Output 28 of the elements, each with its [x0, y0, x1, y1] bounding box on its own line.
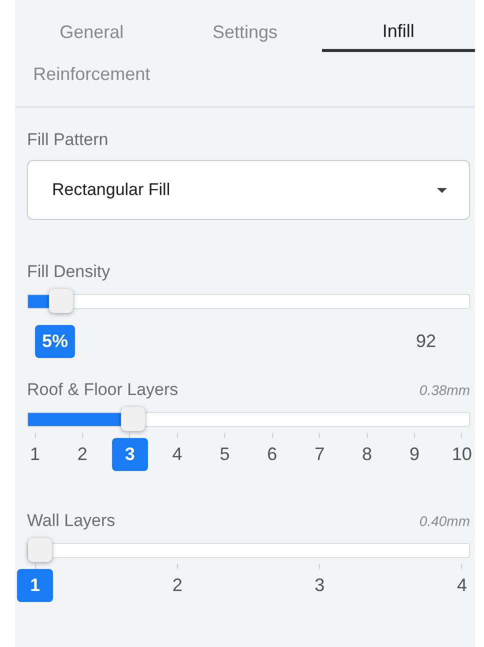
layer-height-text: 0.38mm	[419, 382, 470, 398]
step-label[interactable]: 5	[220, 438, 230, 471]
field-label: Roof & Floor Layers	[27, 380, 178, 400]
step-label[interactable]: 4	[456, 569, 467, 602]
value-badge: 5%	[35, 325, 76, 358]
step-label[interactable]: 9	[409, 438, 420, 471]
step-label[interactable]: 8	[362, 438, 372, 471]
caret-icon	[437, 188, 447, 192]
slider-handle[interactable]	[120, 407, 145, 431]
tab[interactable]: Infill	[322, 14, 475, 52]
max-value: 92	[416, 331, 436, 352]
step-label[interactable]: 1	[17, 569, 54, 602]
fill-pattern-dropdown[interactable]: Rectangular Fill	[27, 160, 470, 220]
step-label[interactable]: 6	[267, 438, 278, 471]
step-label[interactable]: 10	[452, 438, 472, 471]
layer-height-text: 0.40mm	[419, 513, 470, 529]
slider-handle[interactable]	[28, 538, 52, 562]
step-label[interactable]: 2	[172, 569, 182, 602]
step-label[interactable]: 2	[77, 438, 88, 471]
step-label[interactable]: 7	[314, 438, 325, 471]
field-label: Fill Pattern	[27, 130, 108, 150]
step-label[interactable]: 4	[172, 438, 182, 471]
slider-handle[interactable]	[48, 289, 73, 313]
step-label[interactable]: 3	[112, 438, 148, 471]
step-label[interactable]: 3	[314, 569, 325, 602]
step-label[interactable]: 1	[30, 438, 40, 471]
field-label: Fill Density	[27, 262, 110, 282]
field-label: Wall Layers	[27, 511, 116, 531]
